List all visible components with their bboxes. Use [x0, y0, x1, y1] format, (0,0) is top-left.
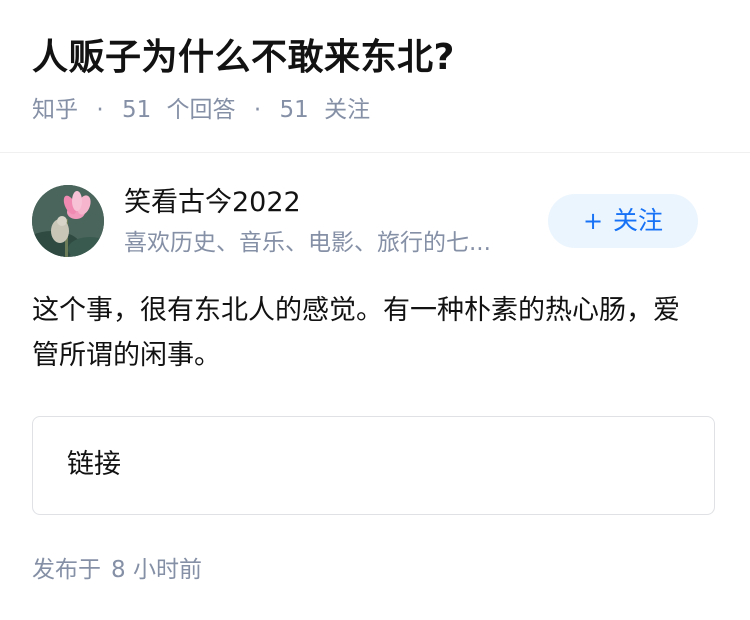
link-card-label: 链接: [67, 449, 121, 480]
avatar[interactable]: [32, 185, 104, 257]
meta-separator: ·: [253, 97, 262, 123]
published-time-value: 8 小时前: [111, 557, 202, 583]
question-header: 人贩子为什么不敢来东北? 知乎 · 51 个回答 · 51 关注: [0, 0, 750, 153]
published-time: 发布于 8 小时前: [32, 552, 202, 588]
answer-count: 51: [121, 97, 152, 123]
follow-button[interactable]: + 关注: [548, 194, 698, 248]
question-meta: 知乎 · 51 个回答 · 51 关注: [32, 92, 370, 128]
link-card[interactable]: 链接: [32, 416, 715, 515]
avatar-lotus-image: [32, 185, 104, 257]
author-bio: 喜欢历史、音乐、电影、旅行的七...: [124, 230, 491, 256]
author-info: 笑看古今2022 喜欢历史、音乐、电影、旅行的七... + 关注: [32, 183, 718, 261]
question-title[interactable]: 人贩子为什么不敢来东北?: [32, 34, 455, 82]
author-name[interactable]: 笑看古今2022: [124, 183, 301, 223]
plus-icon: +: [582, 207, 604, 235]
follow-count: 51: [279, 97, 309, 123]
source-label: 知乎: [32, 97, 78, 123]
follow-count-label: 关注: [324, 97, 371, 123]
answer-content: 这个事，很有东北人的感觉。有一种朴素的热心肠，爱管所谓的闲事。: [32, 295, 680, 371]
answer-count-label: 个回答: [166, 97, 236, 123]
meta-separator: ·: [96, 97, 104, 123]
follow-button-label: 关注: [613, 206, 664, 235]
published-prefix: 发布于: [32, 557, 101, 583]
question-page: 人贩子为什么不敢来东北? 知乎 · 51 个回答 · 51 关注 笑看古今202…: [0, 0, 750, 620]
